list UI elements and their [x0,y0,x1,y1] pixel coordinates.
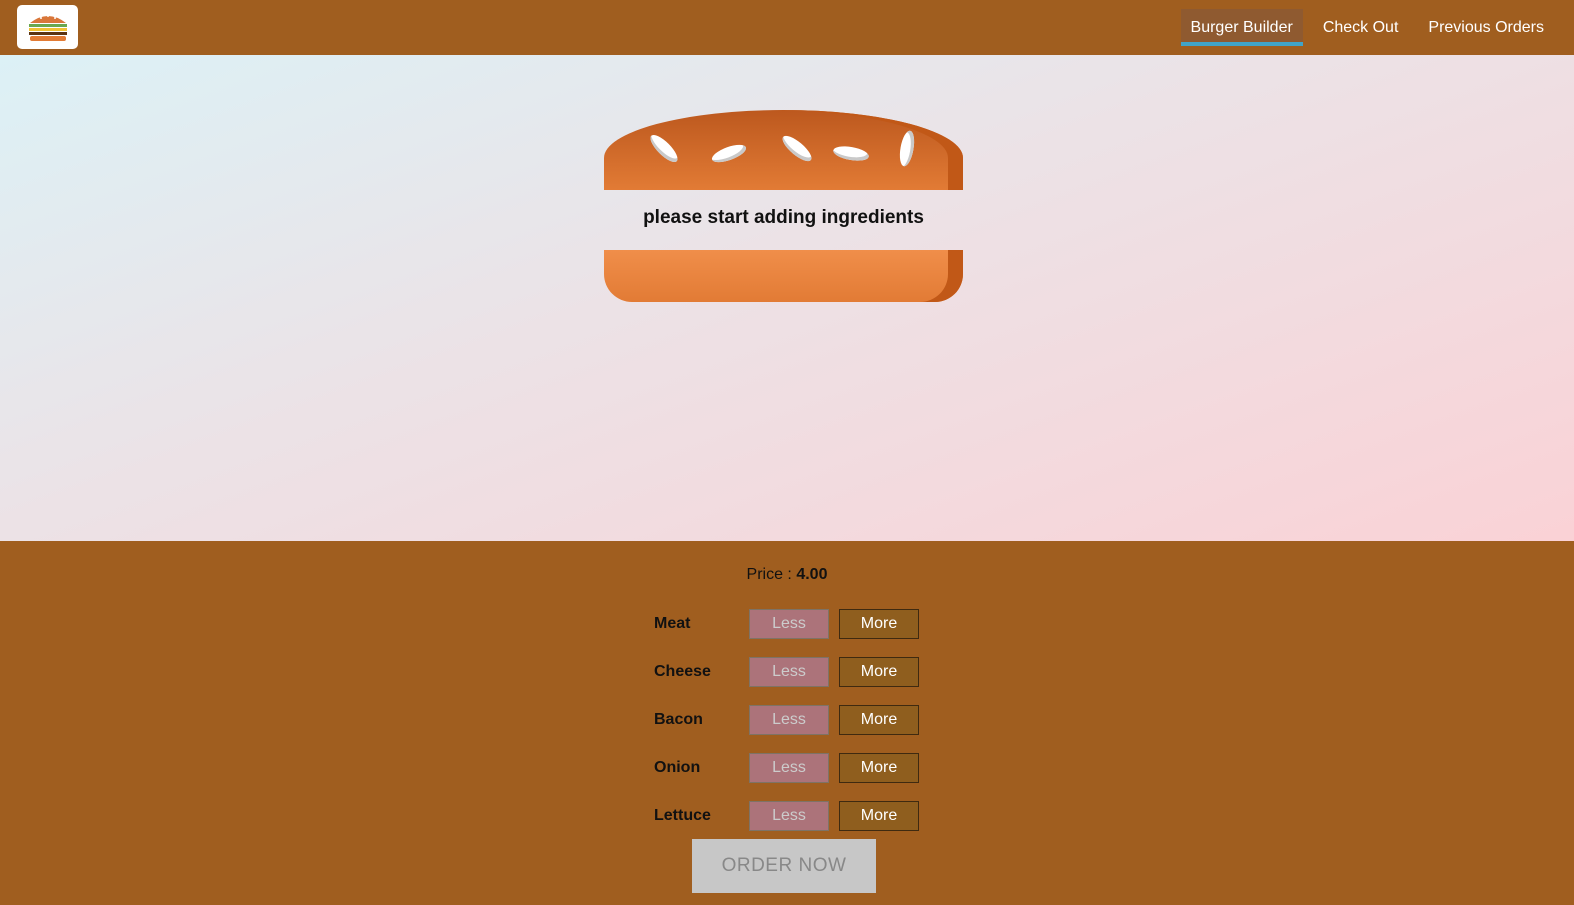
more-bacon-button[interactable]: More [839,705,919,735]
seed [709,141,749,166]
price-label: Price : [746,566,792,583]
nav-burger-builder[interactable]: Burger Builder [1180,9,1303,46]
seed [832,143,870,164]
ingredient-label: Cheese [654,663,711,680]
nav-check-out[interactable]: Check Out [1313,9,1409,46]
nav-previous-orders[interactable]: Previous Orders [1418,9,1554,46]
ingredient-row-bacon: Bacon Less More [654,705,919,735]
less-meat-button[interactable]: Less [749,609,829,639]
ingredient-row-lettuce: Lettuce Less More [654,801,919,831]
main-nav: Burger Builder Check Out Previous Orders [1171,9,1554,46]
more-lettuce-button[interactable]: More [839,801,919,831]
build-controls: Price : 4.00 Meat Less More Cheese Less … [0,541,1574,905]
empty-burger-message: please start adding ingredients [643,207,924,228]
burger-logo-icon [28,15,67,41]
seed [897,129,917,168]
less-onion-button[interactable]: Less [749,753,829,783]
price-display: Price : 4.00 [0,566,1574,584]
less-bacon-button[interactable]: Less [749,705,829,735]
toolbar: Burger Builder Check Out Previous Orders [0,0,1574,55]
order-now-button[interactable]: ORDER NOW [692,839,876,893]
bread-bottom [604,250,963,302]
price-value: 4.00 [796,566,828,583]
more-onion-button[interactable]: More [839,753,919,783]
logo[interactable] [17,5,78,49]
ingredient-label: Onion [654,759,701,776]
ingredient-row-meat: Meat Less More [654,609,919,639]
bread-top [604,110,963,190]
ingredient-label: Meat [654,615,691,632]
ingredient-label: Bacon [654,711,703,728]
less-lettuce-button[interactable]: Less [749,801,829,831]
seed [646,131,682,166]
ingredient-row-onion: Onion Less More [654,753,919,783]
more-meat-button[interactable]: More [839,609,919,639]
seed [779,131,815,166]
burger-preview: please start adding ingredients [0,55,1574,541]
more-cheese-button[interactable]: More [839,657,919,687]
ingredient-label: Lettuce [654,807,711,824]
less-cheese-button[interactable]: Less [749,657,829,687]
ingredient-row-cheese: Cheese Less More [654,657,919,687]
